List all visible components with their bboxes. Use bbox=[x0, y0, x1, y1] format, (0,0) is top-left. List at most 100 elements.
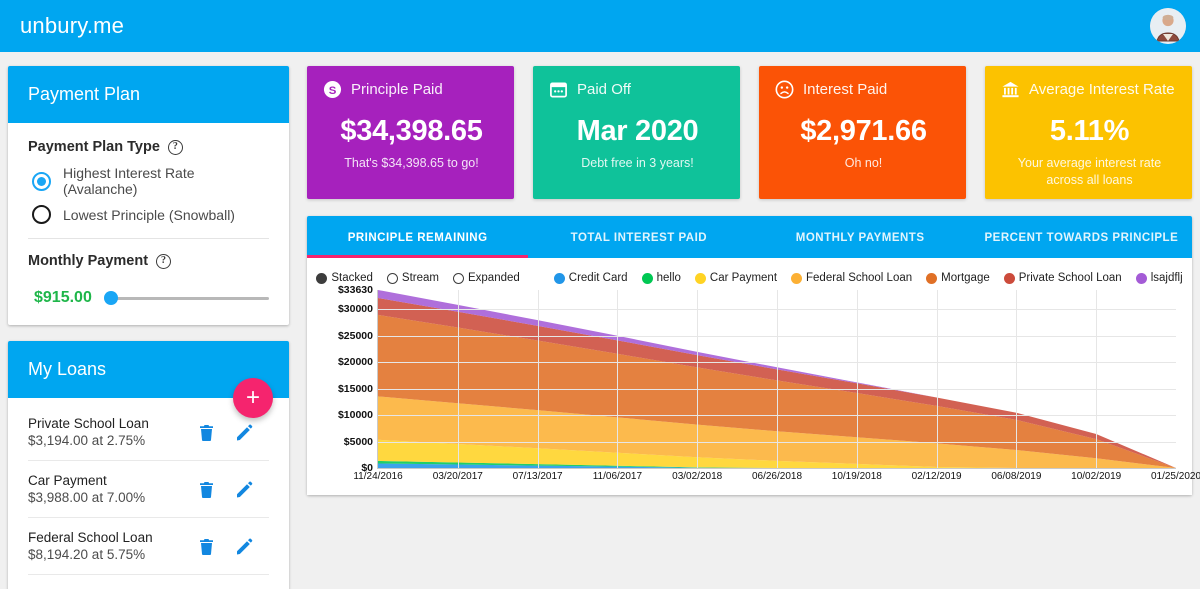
series-color-icon bbox=[642, 273, 653, 284]
slider-handle[interactable] bbox=[104, 291, 118, 305]
plan-type-label: Payment Plan Type bbox=[28, 139, 160, 155]
radio-avalanche-icon[interactable] bbox=[32, 172, 51, 191]
radio-option-snowball[interactable]: Lowest Principle (Snowball) bbox=[32, 205, 269, 224]
y-axis-tick: $30000 bbox=[338, 303, 373, 315]
legend-label: Expanded bbox=[468, 272, 520, 284]
y-axis-tick: $10000 bbox=[338, 409, 373, 421]
x-axis-tick: 10/02/2019 bbox=[1071, 471, 1121, 482]
loan-name: Private School Loan bbox=[28, 416, 149, 431]
loan-name: Car Payment bbox=[28, 473, 145, 488]
chart-body: Stacked Stream Expanded Credit Card hello Car… bbox=[307, 258, 1192, 495]
stat-card-principle-paid: S Principle Paid $34,398.65 That's $34,3… bbox=[307, 66, 514, 199]
tab-monthly-payments[interactable]: MONTHLY PAYMENTS bbox=[750, 216, 971, 258]
legend-series-private-school-loan[interactable]: Private School Loan bbox=[1004, 272, 1122, 284]
legend-mode-stacked[interactable]: Stacked bbox=[316, 272, 373, 284]
stat-title: Interest Paid bbox=[803, 81, 887, 98]
x-axis-tick: 11/24/2016 bbox=[353, 471, 402, 482]
loan-actions bbox=[199, 538, 269, 555]
stat-value: Mar 2020 bbox=[549, 115, 726, 148]
monthly-payment-label: Monthly Payment bbox=[28, 253, 148, 269]
edit-loan-icon[interactable] bbox=[236, 424, 253, 441]
x-axis-tick: 03/02/2018 bbox=[672, 471, 722, 482]
my-loans-header: My Loans + bbox=[8, 341, 289, 398]
radio-snowball-icon[interactable] bbox=[32, 205, 51, 224]
help-icon[interactable]: ? bbox=[168, 140, 183, 155]
avatar-image bbox=[1150, 8, 1186, 44]
legend-label: Federal School Loan bbox=[806, 272, 912, 284]
chart-tab-bar: PRINCIPLE REMAINING TOTAL INTEREST PAID … bbox=[307, 216, 1192, 258]
legend-mode-stream[interactable]: Stream bbox=[387, 272, 439, 284]
payment-plan-title: Payment Plan bbox=[8, 66, 289, 123]
loan-row: Federal School Loan $8,194.20 at 5.75% bbox=[28, 518, 269, 575]
my-loans-card: My Loans + Private School Loan $3,194.00… bbox=[8, 341, 289, 589]
stat-value: $2,971.66 bbox=[775, 115, 952, 148]
series-color-icon bbox=[554, 273, 565, 284]
radio-option-avalanche[interactable]: Highest Interest Rate (Avalanche) bbox=[32, 165, 269, 197]
gridline bbox=[857, 290, 858, 468]
svg-text:S: S bbox=[329, 85, 337, 97]
radio-icon[interactable] bbox=[387, 273, 398, 284]
x-axis-tick: 11/06/2017 bbox=[593, 471, 642, 482]
series-color-icon bbox=[1004, 273, 1015, 284]
loan-name: Federal School Loan bbox=[28, 530, 153, 545]
brand-logo[interactable]: unbury.me bbox=[20, 13, 124, 39]
x-axis-tick: 10/19/2018 bbox=[832, 471, 882, 482]
loan-row: Mortgage $15,400.41 at 4.00% bbox=[28, 575, 269, 589]
legend-series-lsajdflj[interactable]: lsajdflj bbox=[1136, 272, 1183, 284]
stat-value: $34,398.65 bbox=[323, 115, 500, 148]
legend-mode-expanded[interactable]: Expanded bbox=[453, 272, 520, 284]
edit-loan-icon[interactable] bbox=[236, 481, 253, 498]
radio-snowball-label: Lowest Principle (Snowball) bbox=[63, 207, 235, 223]
loan-detail: $3,988.00 at 7.00% bbox=[28, 490, 145, 505]
legend-label: hello bbox=[657, 272, 681, 284]
delete-loan-icon[interactable] bbox=[199, 481, 214, 498]
series-color-icon bbox=[791, 273, 802, 284]
monthly-payment-slider-row: $915.00 bbox=[28, 289, 269, 307]
x-axis-tick: 07/13/2017 bbox=[513, 471, 563, 482]
tab-principle-remaining[interactable]: PRINCIPLE REMAINING bbox=[307, 216, 528, 258]
legend-series-car-payment[interactable]: Car Payment bbox=[695, 272, 777, 284]
radio-icon[interactable] bbox=[453, 273, 464, 284]
stat-subtext: Your average interest rate across all lo… bbox=[1001, 155, 1178, 189]
chart-canvas: $33630$30000$25000$20000$15000$10000$500… bbox=[377, 290, 1176, 469]
stat-card-row: S Principle Paid $34,398.65 That's $34,3… bbox=[307, 66, 1192, 199]
legend-series-mortgage[interactable]: Mortgage bbox=[926, 272, 990, 284]
monthly-payment-slider[interactable] bbox=[106, 297, 269, 300]
x-axis-tick: 06/26/2018 bbox=[752, 471, 802, 482]
loan-info: Car Payment $3,988.00 at 7.00% bbox=[28, 473, 145, 505]
gridline bbox=[458, 290, 459, 468]
plan-type-label-row: Payment Plan Type ? bbox=[28, 139, 269, 155]
radio-icon[interactable] bbox=[316, 273, 327, 284]
legend-series-federal-school-loan[interactable]: Federal School Loan bbox=[791, 272, 912, 284]
stat-value: 5.11% bbox=[1001, 115, 1178, 148]
main-content: S Principle Paid $34,398.65 That's $34,3… bbox=[307, 66, 1192, 495]
legend-label: Credit Card bbox=[569, 272, 628, 284]
x-axis-tick: 02/12/2019 bbox=[912, 471, 962, 482]
delete-loan-icon[interactable] bbox=[199, 538, 214, 555]
legend-label: Stacked bbox=[331, 272, 373, 284]
gridline bbox=[777, 290, 778, 468]
tab-total-interest-paid[interactable]: TOTAL INTEREST PAID bbox=[528, 216, 749, 258]
stat-subtext: Oh no! bbox=[775, 155, 952, 172]
stat-card-interest-paid: Interest Paid $2,971.66 Oh no! bbox=[759, 66, 966, 199]
user-avatar[interactable] bbox=[1150, 8, 1186, 44]
x-axis-tick: 01/25/2020 bbox=[1151, 471, 1200, 482]
gridline bbox=[1096, 290, 1097, 468]
series-color-icon bbox=[926, 273, 937, 284]
page-container: Payment Plan Payment Plan Type ? Highest… bbox=[0, 52, 1200, 589]
edit-loan-icon[interactable] bbox=[236, 538, 253, 555]
delete-loan-icon[interactable] bbox=[199, 424, 214, 441]
legend-series-credit-card[interactable]: Credit Card bbox=[554, 272, 628, 284]
add-loan-button[interactable]: + bbox=[233, 378, 273, 418]
legend-label: Stream bbox=[402, 272, 439, 284]
stat-header: Interest Paid bbox=[775, 80, 952, 99]
loan-row: Car Payment $3,988.00 at 7.00% bbox=[28, 461, 269, 518]
tab-percent-towards-principle[interactable]: PERCENT TOWARDS PRINCIPLE bbox=[971, 216, 1192, 258]
legend-series-hello[interactable]: hello bbox=[642, 272, 681, 284]
chart-legend: Stacked Stream Expanded Credit Card hello Car… bbox=[319, 272, 1180, 284]
series-color-icon bbox=[1136, 273, 1147, 284]
dollar-circle-icon: S bbox=[323, 80, 342, 99]
help-icon[interactable]: ? bbox=[156, 254, 171, 269]
y-axis-tick: $15000 bbox=[338, 383, 373, 395]
legend-label: Car Payment bbox=[710, 272, 777, 284]
